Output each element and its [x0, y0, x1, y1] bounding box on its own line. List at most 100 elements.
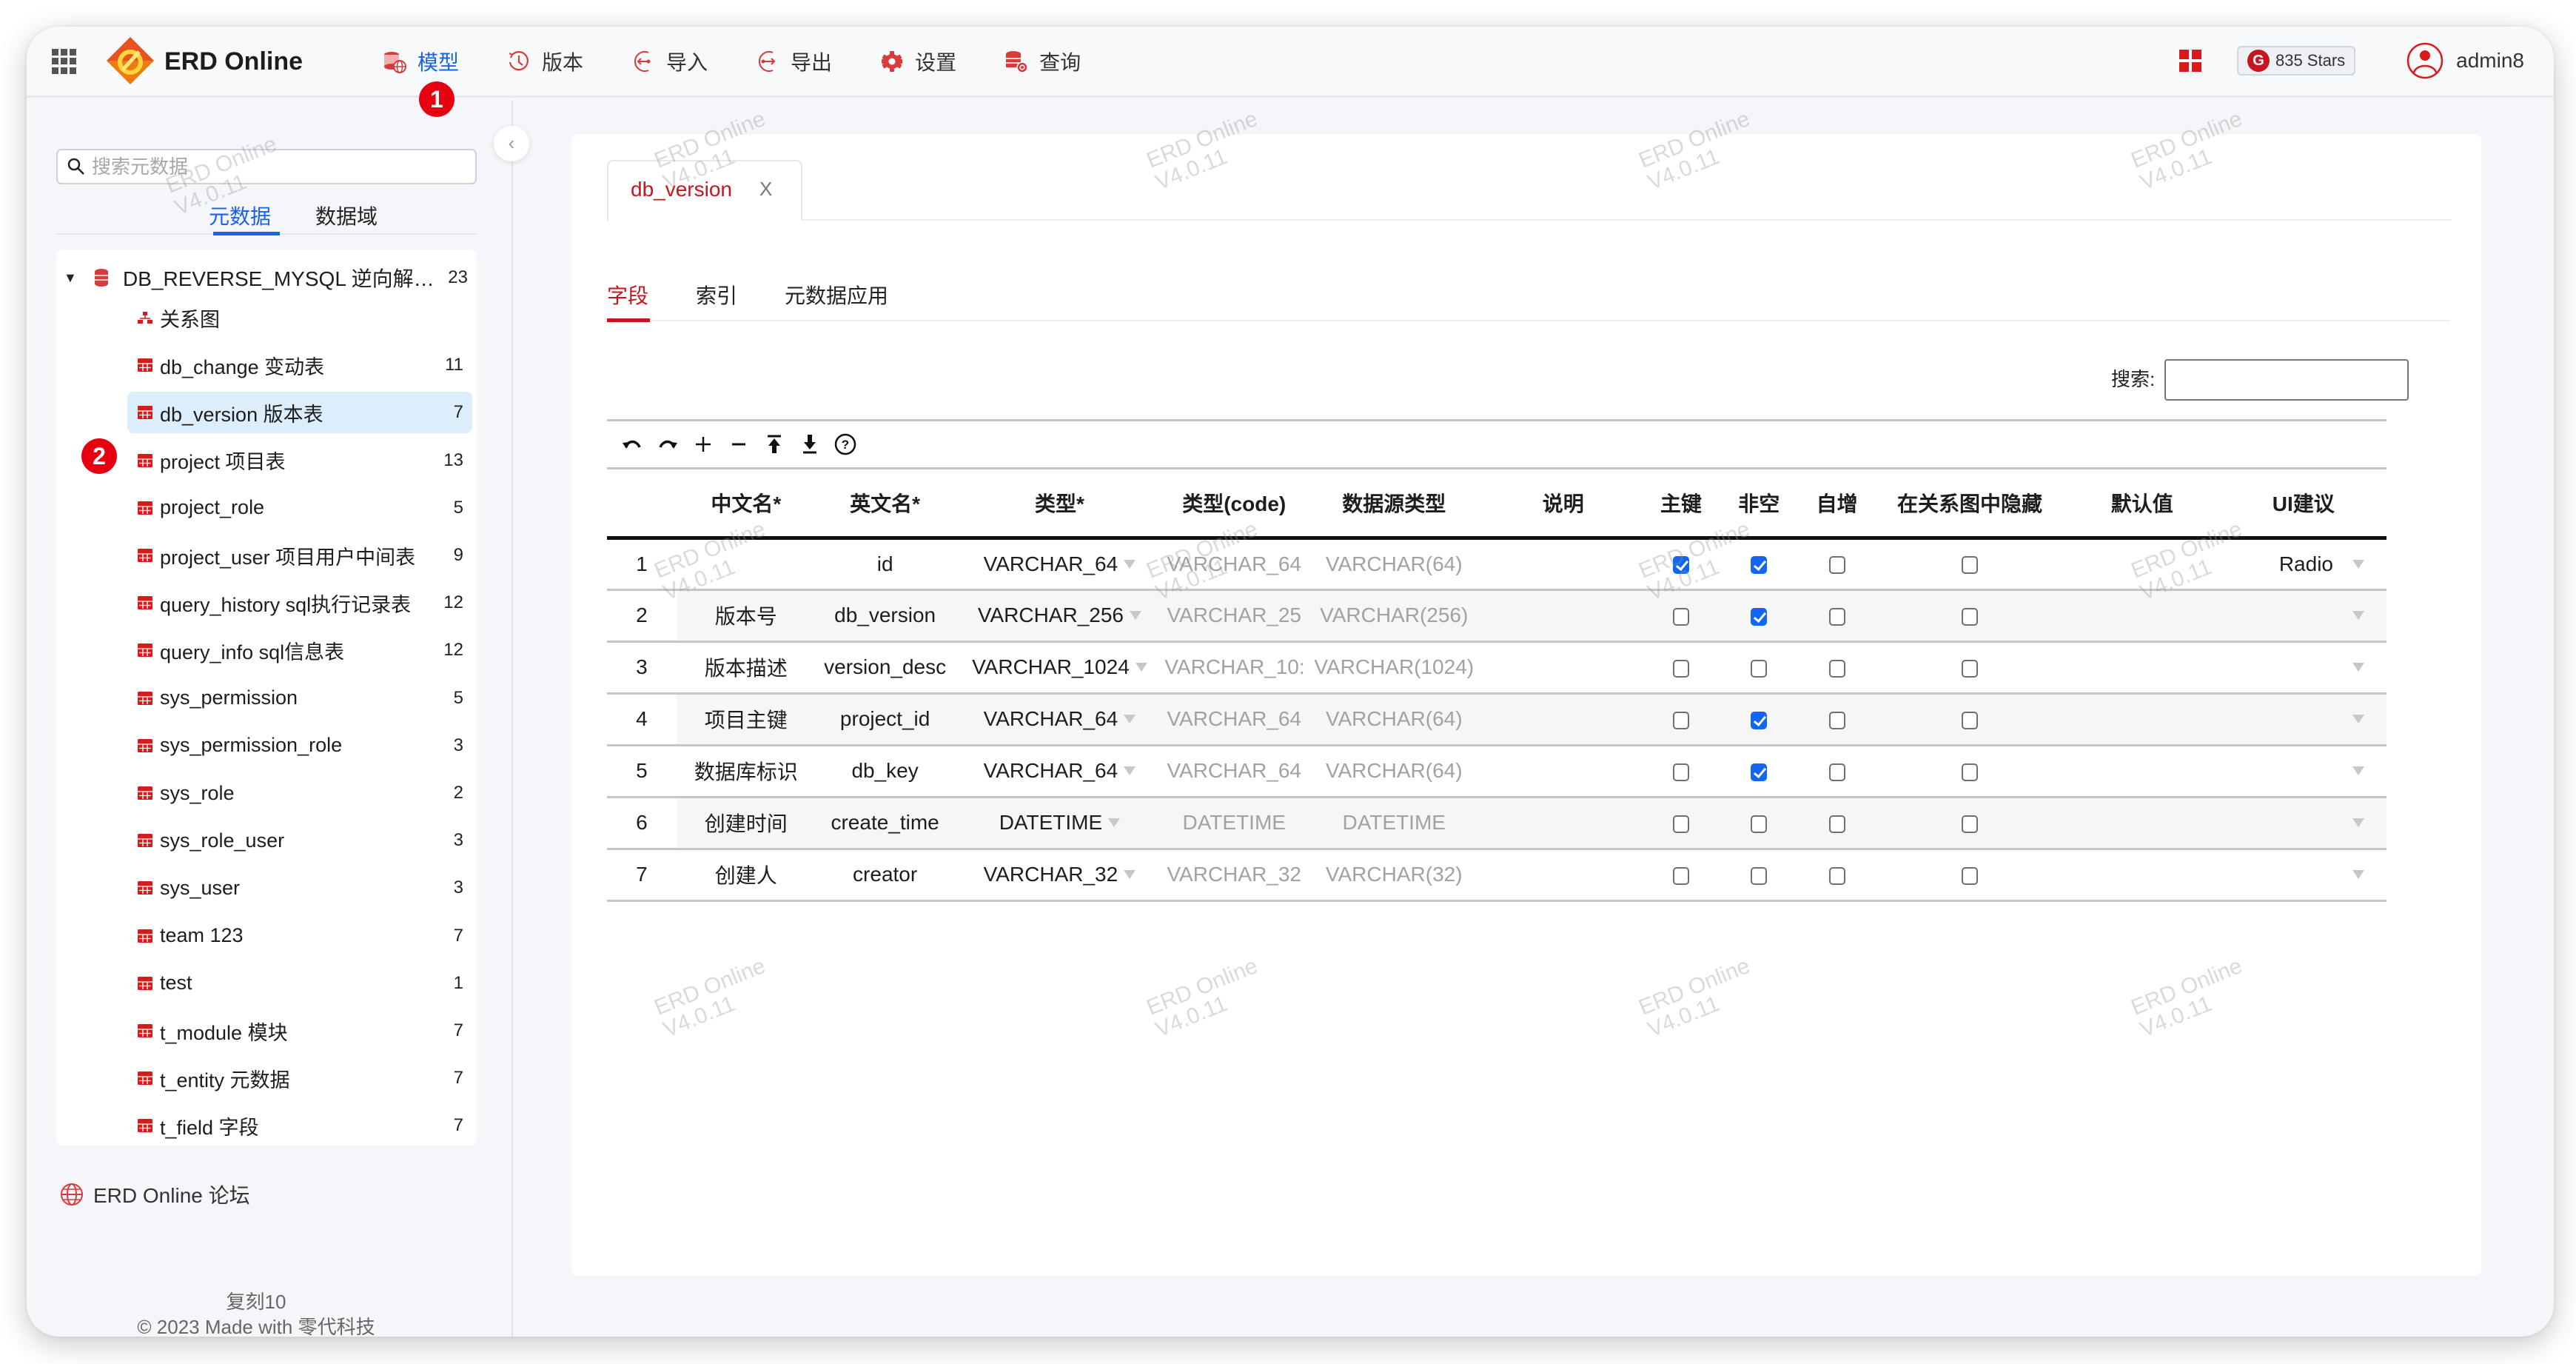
apps-grid-icon[interactable]	[52, 49, 77, 74]
tree-item[interactable]: sys_permission_role 3	[127, 725, 472, 766]
cell-english-name[interactable]: version_desc	[815, 641, 955, 695]
hide-in-diagram-checkbox[interactable]	[1962, 659, 1979, 678]
tree-root-node[interactable]: ▼ DB_REVERSE_MYSQL 逆向解… 23	[56, 260, 477, 295]
hide-in-diagram-checkbox[interactable]	[1962, 763, 1979, 781]
caret-down-icon[interactable]: ▼	[64, 270, 77, 286]
qrcode-icon[interactable]	[2178, 50, 2201, 72]
cell-description[interactable]	[1484, 797, 1643, 850]
cell-english-name[interactable]: db_version	[815, 589, 955, 643]
cell-default-value[interactable]	[2063, 693, 2221, 746]
table-row[interactable]: 2 版本号 db_version VARCHAR_256 VARCHAR_25 VARCH…	[607, 589, 2387, 643]
cell-description[interactable]	[1484, 641, 1643, 695]
cell-description[interactable]	[1484, 538, 1643, 591]
cell-default-value[interactable]	[2063, 641, 2221, 695]
column-header[interactable]: 数据源类型	[1304, 469, 1485, 540]
tree-item[interactable]: sys_permission 5	[127, 678, 472, 719]
cell-english-name[interactable]: project_id	[815, 693, 955, 746]
cell-default-value[interactable]	[2063, 797, 2221, 850]
tree-item[interactable]: t_module 模块 7	[127, 1010, 472, 1052]
cell-chinese-name[interactable]: 版本描述	[676, 641, 816, 695]
tree-item[interactable]: project 项目表 13	[127, 440, 472, 481]
column-header[interactable]: 类型(code)	[1164, 469, 1304, 540]
cell-english-name[interactable]: db_key	[815, 745, 955, 798]
cell-ui-suggestion[interactable]	[2220, 589, 2387, 643]
cell-type-select[interactable]: DATETIME	[954, 797, 1165, 850]
auto-increment-checkbox[interactable]	[1828, 866, 1845, 885]
primary-key-checkbox[interactable]	[1672, 763, 1689, 781]
cell-type-select[interactable]: VARCHAR_32	[954, 849, 1165, 902]
cell-ui-suggestion[interactable]	[2220, 641, 2387, 695]
primary-key-checkbox[interactable]	[1672, 607, 1689, 626]
auto-increment-checkbox[interactable]	[1828, 556, 1845, 575]
cell-default-value[interactable]	[2063, 538, 2221, 591]
tree-item[interactable]: db_change 变动表 11	[127, 344, 472, 386]
cell-default-value[interactable]	[2063, 745, 2221, 798]
not-null-checkbox[interactable]	[1751, 815, 1768, 833]
cell-chinese-name[interactable]: 创建人	[676, 849, 816, 902]
cell-ui-suggestion[interactable]	[2220, 797, 2387, 850]
cell-description[interactable]	[1484, 589, 1643, 643]
column-header[interactable]: 非空	[1720, 469, 1798, 540]
column-header[interactable]: 默认值	[2063, 469, 2221, 540]
cell-ui-suggestion[interactable]	[2220, 693, 2387, 746]
column-header[interactable]: 中文名*	[676, 469, 816, 540]
not-null-checkbox[interactable]	[1751, 711, 1768, 729]
close-icon[interactable]: X	[759, 178, 772, 201]
not-null-checkbox[interactable]	[1751, 556, 1768, 575]
column-header[interactable]: 自增	[1797, 469, 1876, 540]
cell-type-select[interactable]: VARCHAR_64	[954, 745, 1165, 798]
primary-key-checkbox[interactable]	[1672, 659, 1689, 678]
metadata-search-input[interactable]	[92, 155, 462, 178]
nav-query[interactable]: 查询	[1004, 47, 1081, 76]
table-row[interactable]: 5 数据库标识 db_key VARCHAR_64 VARCHAR_64 VARCHAR(…	[607, 745, 2387, 798]
cell-ui-suggestion[interactable]	[2220, 849, 2387, 902]
column-header[interactable]: 说明	[1484, 469, 1643, 540]
add-icon[interactable]	[688, 429, 718, 459]
auto-increment-checkbox[interactable]	[1828, 659, 1845, 678]
nav-model[interactable]: 模型	[382, 47, 459, 76]
cell-chinese-name[interactable]: 版本号	[676, 589, 816, 643]
subtab-metadata-app[interactable]: 元数据应用	[785, 280, 888, 310]
primary-key-checkbox[interactable]	[1672, 556, 1689, 575]
nav-settings[interactable]: 设置	[879, 47, 956, 76]
column-header[interactable]: 主键	[1642, 469, 1720, 540]
nav-export[interactable]: 导出	[755, 47, 832, 76]
cell-chinese-name[interactable]: 项目主键	[676, 693, 816, 746]
nav-import[interactable]: 导入	[631, 47, 708, 76]
primary-key-checkbox[interactable]	[1672, 815, 1689, 833]
not-null-checkbox[interactable]	[1751, 659, 1768, 678]
cell-type-select[interactable]: VARCHAR_1024	[954, 641, 1165, 695]
tree-item[interactable]: 关系图	[127, 297, 472, 338]
column-header[interactable]: 类型*	[954, 469, 1165, 540]
move-bottom-icon[interactable]	[795, 429, 825, 459]
redo-icon[interactable]	[653, 429, 682, 459]
sidebar-divider[interactable]	[511, 100, 513, 1337]
cell-description[interactable]	[1484, 745, 1643, 798]
tree-item[interactable]: query_info sql信息表 12	[127, 629, 472, 671]
tree-item[interactable]: test 1	[127, 963, 472, 1004]
cell-ui-suggestion[interactable]	[2220, 745, 2387, 798]
tree-item[interactable]: project_user 项目用户中间表 9	[127, 535, 472, 576]
cell-chinese-name[interactable]	[676, 538, 816, 591]
auto-increment-checkbox[interactable]	[1828, 815, 1845, 833]
auto-increment-checkbox[interactable]	[1828, 763, 1845, 781]
hide-in-diagram-checkbox[interactable]	[1962, 711, 1979, 729]
undo-icon[interactable]	[617, 429, 647, 459]
hide-in-diagram-checkbox[interactable]	[1962, 815, 1979, 833]
not-null-checkbox[interactable]	[1751, 866, 1768, 885]
subtab-fields[interactable]: 字段	[607, 280, 648, 310]
cell-chinese-name[interactable]: 创建时间	[676, 797, 816, 850]
table-row[interactable]: 6 创建时间 create_time DATETIME DATETIME DATETIME	[607, 797, 2387, 850]
column-header[interactable]: 英文名*	[815, 469, 955, 540]
tab-data-domain[interactable]: 数据域	[315, 201, 378, 230]
not-null-checkbox[interactable]	[1751, 607, 1768, 626]
primary-key-checkbox[interactable]	[1672, 711, 1689, 729]
table-row[interactable]: 4 项目主键 project_id VARCHAR_64 VARCHAR_64 VARCH…	[607, 693, 2387, 746]
cell-description[interactable]	[1484, 849, 1643, 902]
cell-type-select[interactable]: VARCHAR_256	[954, 589, 1165, 643]
cell-type-select[interactable]: VARCHAR_64	[954, 538, 1165, 591]
tree-item[interactable]: sys_role_user 3	[127, 820, 472, 861]
remove-icon[interactable]	[724, 429, 754, 459]
tree-item[interactable]: team 123 7	[127, 915, 472, 957]
user-avatar-icon[interactable]	[2406, 41, 2444, 80]
